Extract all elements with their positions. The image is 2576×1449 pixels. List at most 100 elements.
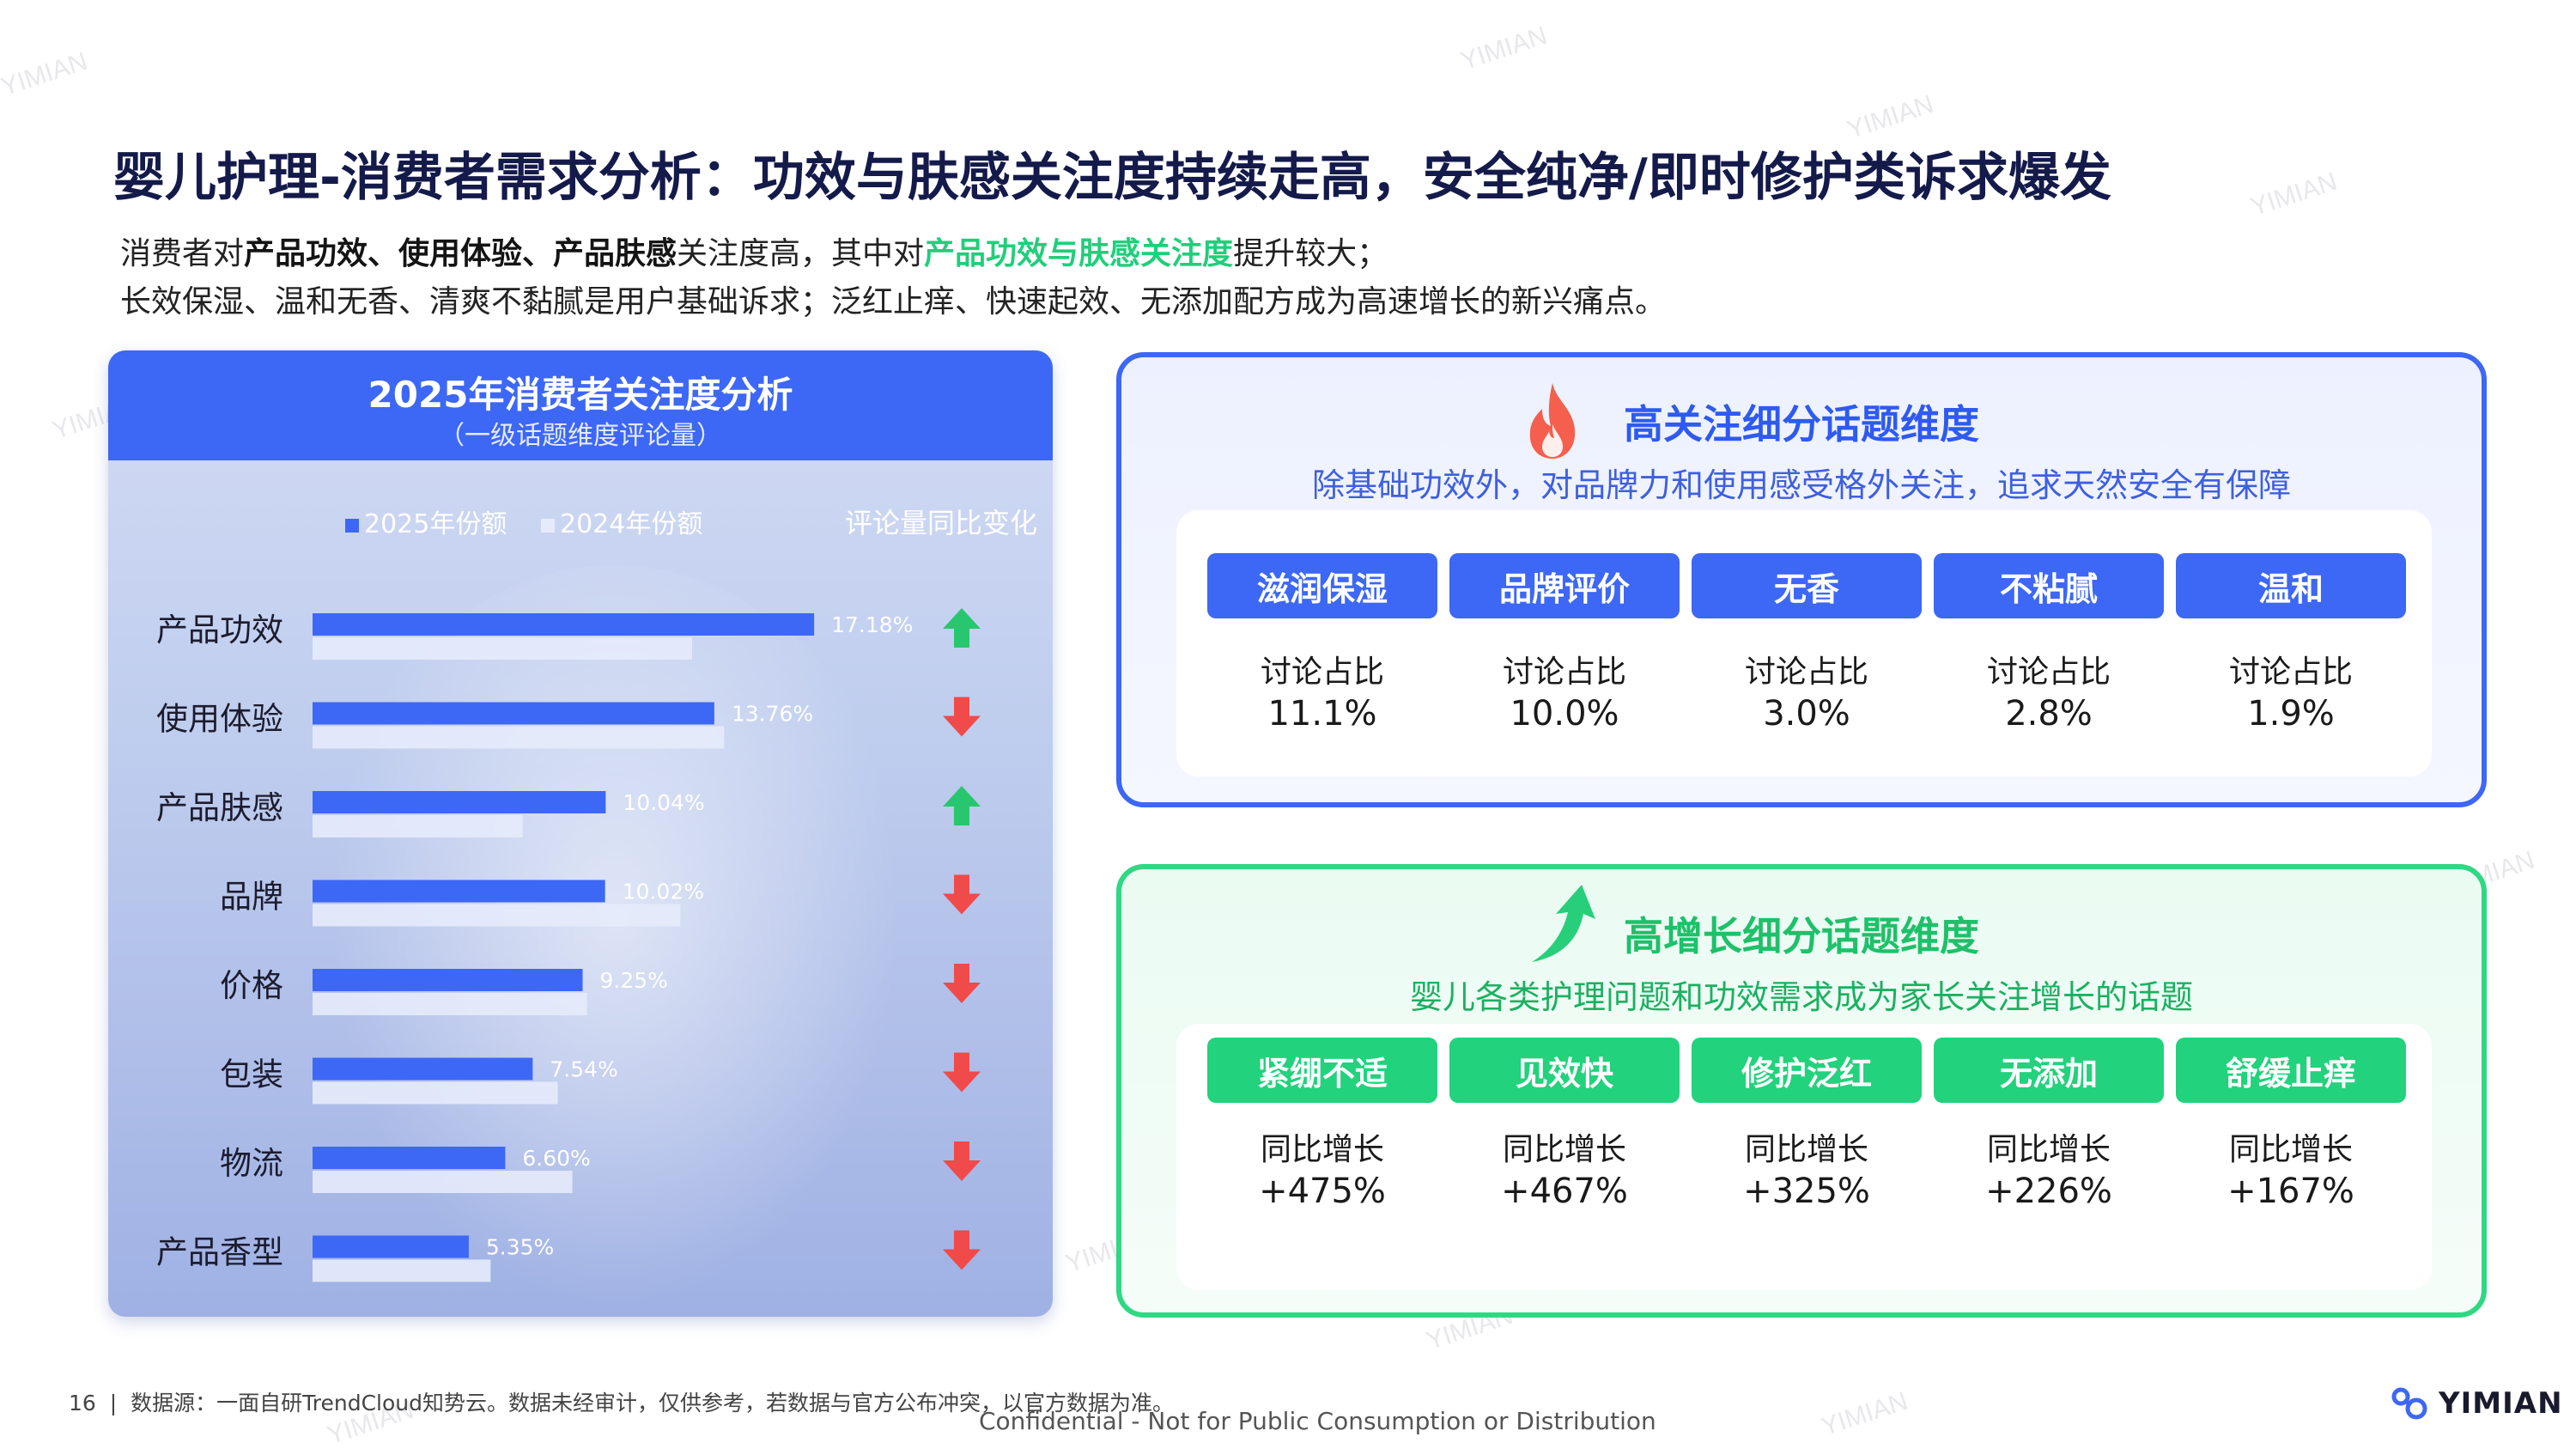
bar-2024 — [313, 1259, 491, 1282]
data-label-2025: 5.35% — [486, 1235, 554, 1260]
topic-metric: 讨论占比 11.1% — [1207, 653, 1437, 735]
bar-2025 — [313, 1235, 469, 1258]
topic-metric: 讨论占比 2.8% — [1934, 653, 2164, 735]
legend-swatch-2024 — [541, 519, 555, 533]
metric-label: 讨论占比 — [1986, 654, 2111, 690]
topic-tag: 无添加 — [1934, 1038, 2164, 1103]
arrow-shape — [943, 608, 981, 648]
bar-2024 — [313, 637, 692, 660]
arrow-shape — [943, 1142, 981, 1181]
change-down-arrow-icon — [943, 874, 981, 915]
data-label-2025: 10.02% — [623, 880, 704, 904]
watermark: YIMIAN — [1818, 1386, 1911, 1442]
data-label-2025: 9.25% — [600, 968, 668, 993]
bar-2025 — [313, 1147, 506, 1169]
metric-label: 讨论占比 — [1260, 654, 1384, 690]
subtitle-text: 消费者对 — [120, 236, 245, 271]
change-up-arrow-icon — [943, 786, 981, 825]
high-attention-heading: 高关注细分话题维度 — [1624, 401, 1979, 447]
page-title: 婴儿护理-消费者需求分析：功效与肤感关注度持续走高，安全纯净/即时修护类诉求爆发 — [113, 148, 2111, 208]
arrow-shape — [943, 874, 981, 915]
metric-label: 同比增长 — [1744, 1132, 1868, 1167]
category-label: 产品香型 — [156, 1234, 283, 1271]
metric-label: 讨论占比 — [1744, 654, 1868, 690]
attention-chart-panel: 2025年消费者关注度分析 （一级话题维度评论量） 2025年份额 2024年份额… — [108, 350, 1053, 1317]
high-attention-box: 高关注细分话题维度 除基础功效外，对品牌力和使用感受格外关注，追求天然安全有保障… — [1116, 352, 2487, 807]
watermark: YIMIAN — [1457, 21, 1551, 76]
bar-2025 — [313, 613, 815, 636]
metric-value: +325% — [1743, 1172, 1870, 1211]
topic-metric: 同比增长 +167% — [2176, 1130, 2406, 1213]
bar-chart: 2025年份额 2024年份额 评论量同比变化产品功效 17.18% 使用体验 13.76… — [156, 507, 1037, 1282]
topic-tag: 见效快 — [1449, 1038, 1680, 1103]
topic-tag: 品牌评价 — [1449, 553, 1680, 618]
yimian-logo-icon — [2391, 1387, 2427, 1420]
metric-value: +226% — [1985, 1172, 2112, 1211]
high-attention-description: 除基础功效外，对品牌力和使用感受格外关注，追求天然安全有保障 — [1311, 466, 2291, 504]
bar-2024 — [313, 815, 523, 837]
bar-2024 — [313, 1081, 558, 1105]
metric-label: 同比增长 — [1260, 1132, 1384, 1167]
bar-2025 — [313, 969, 583, 991]
metric-value: 10.0% — [1510, 694, 1619, 734]
bar-2025 — [313, 702, 714, 725]
subtitle-line-2: 长效保湿、温和无香、清爽不黏腻是用户基础诉求；泛红止痒、快速起效、无添加配方成为… — [120, 284, 1667, 320]
data-label-2025: 6.60% — [522, 1146, 590, 1171]
metric-value: 3.0% — [1763, 694, 1850, 734]
subtitle-bold: 产品功效、使用体验、产品肤感 — [244, 236, 677, 271]
watermark: YIMIAN — [2247, 167, 2341, 222]
watermark: YIMIAN — [0, 46, 91, 102]
high-attention-card — [1176, 510, 2432, 776]
topic-tag: 温和 — [2176, 553, 2406, 618]
arrow-shape — [943, 697, 981, 737]
page-subtitle: 消费者对产品功效、使用体验、产品肤感关注度高，其中对产品功效与肤感关注度提升较大… — [120, 230, 1666, 326]
yimian-logo-text: YIMIAN — [2439, 1386, 2563, 1421]
topic-metric: 讨论占比 10.0% — [1449, 653, 1680, 735]
topic-tag: 修护泛红 — [1692, 1038, 1922, 1103]
bar-2024 — [313, 993, 587, 1015]
subtitle-line-1: 消费者对产品功效、使用体验、产品肤感关注度高，其中对产品功效与肤感关注度提升较大… — [120, 230, 1666, 278]
metric-value: 11.1% — [1267, 694, 1377, 734]
high-growth-metrics: 同比增长 +475% 同比增长 +467% 同比增长 +325% 同比增长 +226% … — [1207, 1130, 2406, 1213]
page-number: 16 — [69, 1391, 96, 1416]
metric-value: +467% — [1501, 1172, 1628, 1211]
topic-metric: 同比增长 +467% — [1449, 1130, 1680, 1213]
bar-2025 — [313, 880, 605, 903]
high-attention-metrics: 讨论占比 11.1% 讨论占比 10.0% 讨论占比 3.0% 讨论占比 2.8% 讨论… — [1207, 653, 2406, 735]
arrow-shape — [943, 1230, 981, 1270]
data-label-2025: 13.76% — [732, 702, 813, 727]
high-growth-description: 婴儿各类护理问题和功效需求成为家长关注增长的话题 — [1409, 978, 2193, 1016]
data-label-2025: 17.18% — [831, 612, 913, 637]
confidential-notice: Confidential - Not for Public Consumptio… — [979, 1407, 1656, 1435]
subtitle-text: 关注度高，其中对 — [677, 236, 925, 271]
metric-value: +475% — [1259, 1172, 1386, 1211]
category-label: 使用体验 — [156, 701, 283, 738]
footer-separator: | — [109, 1391, 118, 1416]
bar-2024 — [313, 1171, 573, 1193]
change-down-arrow-icon — [943, 1052, 981, 1093]
high-growth-box: 高增长细分话题维度 婴儿各类护理问题和功效需求成为家长关注增长的话题 紧绷不适 … — [1116, 864, 2487, 1318]
change-down-arrow-icon — [943, 964, 981, 1003]
category-label: 物流 — [220, 1145, 283, 1182]
change-down-arrow-icon — [943, 697, 981, 737]
arrow-shape — [943, 964, 981, 1003]
bar-2024 — [313, 726, 725, 749]
change-up-arrow-icon — [943, 608, 981, 648]
high-growth-heading: 高增长细分话题维度 — [1624, 913, 1979, 959]
topic-metric: 讨论占比 1.9% — [2176, 653, 2406, 735]
arrow-shape — [943, 1052, 981, 1093]
bar-2025 — [313, 1057, 533, 1081]
high-attention-tags: 滋润保湿 品牌评价 无香 不粘腻 温和 — [1207, 553, 2406, 618]
topic-metric: 讨论占比 3.0% — [1692, 653, 1922, 735]
legend-label-2025: 2025年份额 — [364, 509, 507, 539]
legend-swatch-2025 — [345, 519, 359, 533]
metric-label: 讨论占比 — [2228, 654, 2353, 690]
topic-tag: 不粘腻 — [1934, 553, 2164, 618]
data-label-2025: 10.04% — [623, 790, 704, 815]
topic-tag: 滋润保湿 — [1207, 553, 1437, 618]
topic-tag: 无香 — [1692, 553, 1922, 618]
arrow-shape — [943, 786, 981, 825]
category-label: 产品肤感 — [156, 789, 283, 826]
topic-tag: 紧绷不适 — [1207, 1038, 1437, 1103]
category-label: 价格 — [220, 967, 283, 1004]
